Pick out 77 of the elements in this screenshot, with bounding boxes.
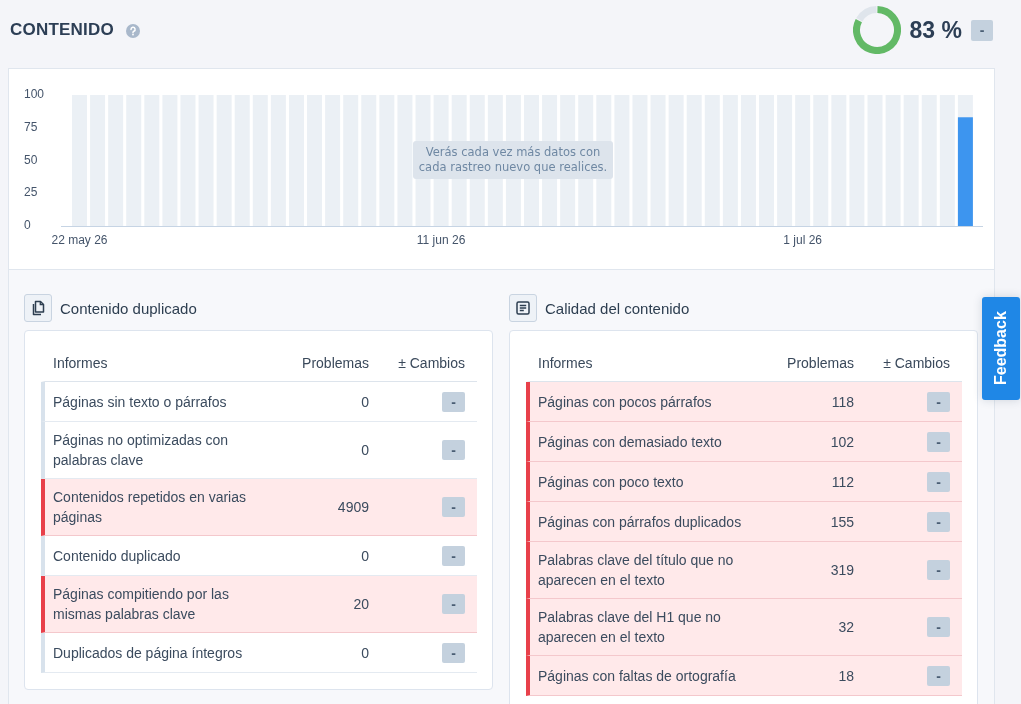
problem-count: 118 <box>830 392 854 412</box>
column-header: Informes <box>538 355 594 371</box>
change-indicator: - <box>442 391 465 412</box>
change-indicator: - <box>927 471 950 492</box>
column-header: Problemas <box>301 355 369 371</box>
change-indicator: - <box>442 497 465 517</box>
table-row[interactable]: Páginas con pocos párrafos 118 - <box>526 382 962 422</box>
report-name: Contenido duplicado <box>53 546 182 566</box>
problem-count: 0 <box>360 643 369 663</box>
problem-count: 18 <box>837 666 854 686</box>
change-indicator: - <box>442 594 465 614</box>
column-header: Informes <box>53 355 109 371</box>
copy-icon <box>24 294 52 322</box>
progress-ring-track <box>855 6 877 22</box>
document-icon <box>509 294 537 322</box>
problem-count: 319 <box>829 561 854 580</box>
y-axis-label: 50 <box>24 152 38 167</box>
problem-count: 4909 <box>336 498 369 517</box>
y-axis-label: 0 <box>24 218 31 233</box>
report-name: Páginas compitiendo por las mismas palabras clave <box>53 585 230 624</box>
x-axis-label: 11 jun 26 <box>416 233 466 248</box>
table-row[interactable]: Contenidos repetidos en varias páginas 4909 - <box>41 479 477 536</box>
problem-count: 0 <box>360 441 369 460</box>
table-row[interactable]: Páginas compitiendo por las mismas palabras clave 20 - <box>41 576 477 633</box>
change-indicator: - <box>927 665 950 686</box>
report-name: Páginas sin texto o párrafos <box>53 392 228 412</box>
section-heading: Calidad del contenido <box>545 299 690 317</box>
report-name: Palabras clave del título que no aparecen en el texto <box>538 551 735 590</box>
column-header: Problemas <box>786 355 854 371</box>
report-name: Contenidos repetidos en varias páginas <box>53 488 247 527</box>
change-indicator: - <box>927 391 950 412</box>
page-title: CONTENIDO <box>10 20 114 40</box>
score-change-indicator: - <box>971 19 993 41</box>
feedback-button[interactable]: Feedback <box>982 297 1020 400</box>
table-row[interactable]: Palabras clave del título que no aparecen en el texto 319 - <box>526 542 962 599</box>
y-axis-label: 75 <box>24 119 38 134</box>
y-axis-label: 100 <box>24 87 45 102</box>
report-name: Páginas no optimizadas con palabras clave <box>53 431 230 470</box>
change-indicator: - <box>927 431 950 452</box>
info-tooltip: Verás cada vez más datos con cada rastreo nuevo que realices. <box>413 141 613 179</box>
y-axis-label: 25 <box>24 185 38 200</box>
change-indicator: - <box>927 560 950 580</box>
section-heading: Contenido duplicado <box>60 299 197 317</box>
table-row[interactable]: Duplicados de página íntegros 0 - <box>41 633 477 673</box>
problem-count: 32 <box>837 618 854 637</box>
table-row[interactable]: Páginas no optimizadas con palabras clave 0 - <box>41 422 477 479</box>
report-name: Páginas con faltas de ortografía <box>538 666 737 686</box>
report-name: Palabras clave del H1 que no aparecen en el texto <box>538 608 722 647</box>
score-value: 83 % <box>909 16 962 44</box>
report-name: Páginas con párrafos duplicados <box>538 512 743 532</box>
report-name: Páginas con pocos párrafos <box>538 392 713 412</box>
report-name: Duplicados de página íntegros <box>53 643 244 663</box>
table-row[interactable]: Contenido duplicado 0 - <box>41 536 477 576</box>
change-indicator: - <box>927 511 950 532</box>
table-row[interactable]: Páginas con poco texto 112 - <box>526 462 962 502</box>
change-indicator: - <box>442 545 465 566</box>
problem-count: 20 <box>352 595 369 614</box>
column-header: ± Cambios <box>397 355 465 371</box>
table-row[interactable]: Páginas con párrafos duplicados 155 - <box>526 502 962 542</box>
table-row[interactable]: Páginas con demasiado texto 102 - <box>526 422 962 462</box>
report-name: Páginas con poco texto <box>538 472 685 492</box>
problem-count: 112 <box>830 472 854 492</box>
change-indicator: - <box>442 642 465 663</box>
table-row[interactable]: Páginas con faltas de ortografía 18 - <box>526 656 962 696</box>
table-row[interactable]: Palabras clave del H1 que no aparecen en el texto 32 - <box>526 599 962 656</box>
problem-count: 155 <box>829 512 854 532</box>
problem-count: 0 <box>360 392 369 412</box>
column-header: ± Cambios <box>882 355 950 371</box>
help-icon[interactable] <box>125 24 140 38</box>
table-row[interactable]: Páginas sin texto o párrafos 0 - <box>41 382 477 422</box>
problem-count: 102 <box>829 432 854 452</box>
change-indicator: - <box>927 617 950 637</box>
problem-count: 0 <box>360 546 369 566</box>
x-axis-label: 22 may 26 <box>51 233 108 248</box>
report-name: Páginas con demasiado texto <box>538 432 723 452</box>
change-indicator: - <box>442 440 465 460</box>
x-axis-label: 1 jul 26 <box>783 233 823 248</box>
